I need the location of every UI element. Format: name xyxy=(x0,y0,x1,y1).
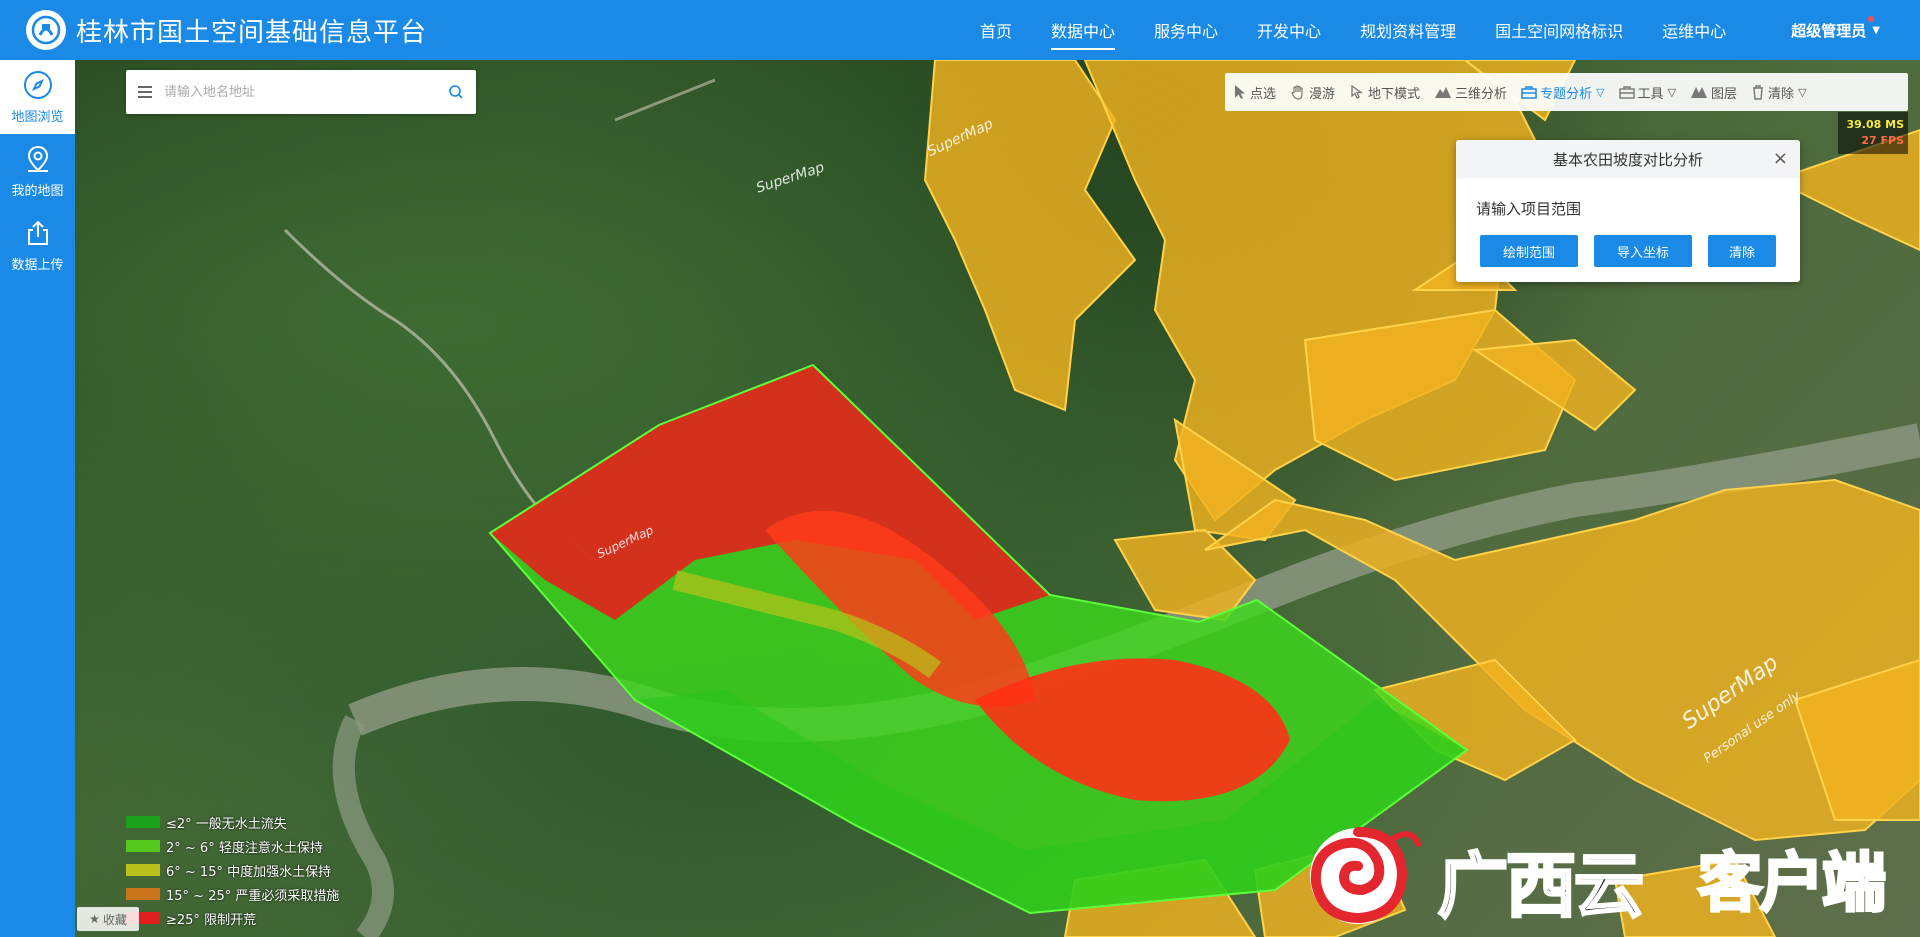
cursor-icon xyxy=(1235,85,1245,99)
legend-swatch xyxy=(126,840,160,852)
app-logo xyxy=(26,10,66,50)
notification-dot xyxy=(1868,16,1874,22)
place-search-box xyxy=(126,70,476,114)
tool-label: 三维分析 xyxy=(1455,86,1508,102)
tool-label: 图层 xyxy=(1711,86,1738,102)
star-icon: ★ xyxy=(89,912,100,926)
legend-swatch xyxy=(126,864,160,876)
nav-service-center[interactable]: 服务中心 xyxy=(1154,18,1218,42)
legend-item: 6° ~ 15° 中度加强水土保持 xyxy=(126,858,339,882)
tool-label: 工具 xyxy=(1637,86,1664,102)
trash-icon xyxy=(1753,85,1764,100)
watermark-suffix: 客户端 xyxy=(1697,846,1888,923)
hand-icon xyxy=(1291,85,1303,100)
briefcase-icon xyxy=(1521,86,1537,99)
nav-grid-identifier[interactable]: 国土空间网格标识 xyxy=(1495,18,1623,42)
legend-item: ≥25° 限制开荒 xyxy=(126,906,339,930)
guangxiyun-logo-icon xyxy=(1310,827,1421,924)
legend-item: ≤2° 一般无水土流失 xyxy=(126,810,339,834)
sidebar-item-label: 我的地图 xyxy=(11,183,64,199)
search-icon[interactable] xyxy=(448,84,464,100)
nav-ops-center[interactable]: 运维中心 xyxy=(1662,18,1726,42)
legend-label: ≤2° 一般无水土流失 xyxy=(166,816,287,832)
main-nav: 首页 数据中心 服务中心 开发中心 规划资料管理 国土空间网格标识 运维中心 xyxy=(980,0,1765,60)
sidebar-item-label: 地图浏览 xyxy=(11,109,64,125)
tool-label: 清除 xyxy=(1768,86,1795,102)
panel-title: 基本农田坡度对比分析 xyxy=(1552,150,1703,169)
upload-icon xyxy=(27,220,48,245)
app-title: 桂林市国土空间基础信息平台 xyxy=(76,17,428,48)
slope-analysis-panel: 基本农田坡度对比分析 × 请输入项目范围 绘制范围 导入坐标 清除 xyxy=(1456,140,1800,282)
tool-3d-analysis[interactable]: 三维分析 xyxy=(1434,83,1507,102)
draw-range-button[interactable]: 绘制范围 xyxy=(1480,235,1578,267)
tool-underground[interactable]: 地下模式 xyxy=(1349,83,1420,102)
clear-button[interactable]: 清除 xyxy=(1708,235,1776,267)
tool-layers[interactable]: 图层 xyxy=(1690,83,1737,102)
legend-swatch xyxy=(126,888,160,900)
tool-label: 地下模式 xyxy=(1368,86,1421,102)
toolbox-icon xyxy=(1618,86,1635,99)
user-name: 超级管理员 xyxy=(1791,22,1867,40)
tool-thematic-analysis[interactable]: 专题分析 ▽ xyxy=(1521,83,1605,102)
panel-prompt: 请输入项目范围 xyxy=(1476,200,1582,218)
nav-home[interactable]: 首页 xyxy=(980,18,1012,42)
sidebar-item-label: 数据上传 xyxy=(11,257,64,273)
legend-item: 2° ~ 6° 轻度注意水土保持 xyxy=(126,834,339,858)
chevron-down-icon: ▽ xyxy=(1798,85,1807,99)
tool-select[interactable]: 点选 xyxy=(1233,83,1276,102)
tool-label: 专题分析 xyxy=(1540,86,1593,102)
legend-label: 2° ~ 6° 轻度注意水土保持 xyxy=(166,840,323,856)
frame-time: 39.08 MS xyxy=(1846,118,1905,131)
user-menu[interactable]: 超级管理员 ▼ xyxy=(1791,16,1880,41)
tool-roam[interactable]: 漫游 xyxy=(1290,83,1335,102)
chevron-down-icon: ▽ xyxy=(1596,85,1605,99)
caret-down-icon: ▼ xyxy=(1872,25,1880,36)
favorite-label: 收藏 xyxy=(102,912,127,927)
nav-data-center[interactable]: 数据中心 xyxy=(1051,18,1116,50)
menu-icon[interactable] xyxy=(138,86,152,98)
place-search-input[interactable] xyxy=(162,83,448,101)
left-sidebar: 地图浏览 我的地图 数据上传 xyxy=(0,60,75,937)
frame-rate: 27 FPS xyxy=(1861,134,1904,147)
legend-label: 15° ~ 25° 严重必须采取措施 xyxy=(166,888,340,904)
close-icon[interactable]: × xyxy=(1773,150,1788,168)
location-pin-icon xyxy=(27,145,48,172)
nav-dev-center[interactable]: 开发中心 xyxy=(1257,18,1321,42)
tool-label: 点选 xyxy=(1250,86,1277,102)
tool-clear[interactable]: 清除 ▽ xyxy=(1751,83,1807,102)
legend-swatch xyxy=(126,816,160,828)
panel-button-group: 绘制范围 导入坐标 清除 xyxy=(1480,235,1800,267)
chevron-down-icon: ▽ xyxy=(1667,85,1677,99)
performance-readout: 39.08 MS 27 FPS xyxy=(1838,112,1908,154)
sidebar-item-data-upload[interactable]: 数据上传 xyxy=(0,208,75,282)
layers-icon xyxy=(1691,87,1708,98)
nav-planning-data[interactable]: 规划资料管理 xyxy=(1360,18,1456,42)
watermark-brand: 广西云 xyxy=(1437,844,1646,929)
import-coordinates-button[interactable]: 导入坐标 xyxy=(1594,235,1692,267)
legend-label: 6° ~ 15° 中度加强水土保持 xyxy=(166,864,332,880)
sidebar-item-my-map[interactable]: 我的地图 xyxy=(0,134,75,208)
compass-icon xyxy=(23,70,52,99)
panel-header: 基本农田坡度对比分析 × xyxy=(1456,140,1800,178)
terrain-icon xyxy=(1435,87,1452,98)
map-toolbar: 点选 漫游 地下模式 三维分析 专题分析 ▽ 工具 ▽ 图层 清除 ▽ xyxy=(1225,73,1908,111)
underground-icon xyxy=(1351,84,1364,99)
legend-label: ≥25° 限制开荒 xyxy=(166,912,257,928)
legend-item: 15° ~ 25° 严重必须采取措施 xyxy=(126,882,339,906)
tool-label: 漫游 xyxy=(1309,86,1336,102)
favorite-button[interactable]: ★ 收藏 xyxy=(77,907,139,931)
slope-legend: ≤2° 一般无水土流失 2° ~ 6° 轻度注意水土保持 6° ~ 15° 中度… xyxy=(126,810,339,930)
top-header: 桂林市国土空间基础信息平台 首页 数据中心 服务中心 开发中心 规划资料管理 国… xyxy=(0,0,1920,60)
sidebar-item-map-browse[interactable]: 地图浏览 xyxy=(0,60,75,134)
broadcaster-watermark: 广西云 客户端 xyxy=(1298,818,1910,933)
tool-tools[interactable]: 工具 ▽ xyxy=(1618,83,1677,102)
